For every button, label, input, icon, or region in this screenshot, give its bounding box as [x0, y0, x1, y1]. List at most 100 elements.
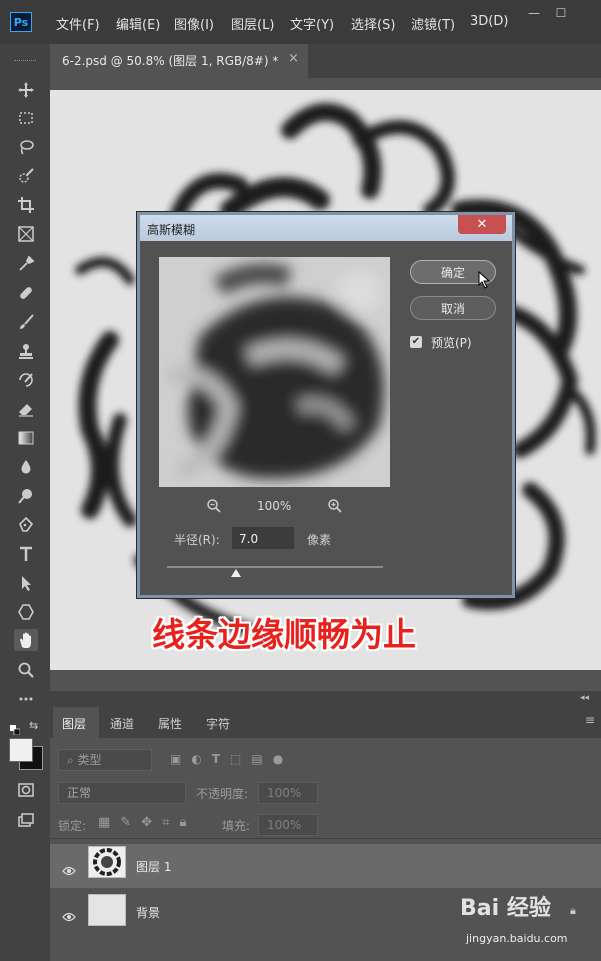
blur-preview[interactable]	[159, 257, 390, 487]
marquee-icon[interactable]	[14, 107, 38, 129]
divider	[50, 838, 601, 839]
dialog-title: 高斯模糊	[147, 223, 196, 237]
lock-pixels-icon[interactable]: ✎	[120, 815, 131, 830]
preview-checkbox[interactable]: ✔	[410, 336, 422, 348]
opacity-label: 不透明度:	[196, 787, 249, 801]
minimize-button[interactable]: —	[523, 6, 545, 22]
menu-3d[interactable]: 3D(D)	[470, 14, 508, 29]
menu-select[interactable]: 选择(S)	[351, 14, 395, 33]
menu-file[interactable]: 文件(F)	[56, 14, 100, 33]
blend-mode-select[interactable]: 正常	[58, 782, 186, 804]
radius-input[interactable]: 7.0	[232, 527, 294, 549]
document-tab-close-button[interactable]: ×	[288, 51, 299, 66]
eraser-icon[interactable]	[14, 398, 38, 420]
panel-menu-icon[interactable]: ≡	[585, 713, 595, 727]
zoom-icon[interactable]	[14, 659, 38, 681]
shape-filter-icon[interactable]: ⬚	[230, 752, 241, 766]
radius-unit: 像素	[307, 533, 332, 547]
swap-colors-icon[interactable]: ⇆	[29, 719, 41, 732]
layer-thumbnail	[88, 846, 126, 878]
lock-all-icon[interactable]: 🔒︎	[179, 815, 186, 830]
tab-properties[interactable]: 属性	[158, 715, 182, 732]
gaussian-blur-dialog: 高斯模糊 ✕ 确定 取消 ✔ 预览(P) 100% 半径(R): 7.0 像素	[137, 212, 515, 598]
foreground-color-swatch[interactable]	[9, 738, 33, 762]
fill-label: 填充:	[222, 819, 251, 833]
layer-lock-icon: 🔒︎	[570, 904, 576, 917]
menu-edit[interactable]: 编辑(E)	[116, 14, 160, 33]
lock-position-icon[interactable]: ✥	[141, 815, 152, 830]
fill-input[interactable]: 100%	[258, 814, 318, 836]
zoom-level: 100%	[257, 499, 292, 513]
pixel-filter-icon[interactable]: ▣	[170, 752, 181, 766]
visibility-eye-icon[interactable]	[62, 907, 76, 926]
dialog-titlebar[interactable]	[140, 215, 512, 241]
lock-artboard-icon[interactable]: ⌗	[162, 815, 169, 830]
more-icon[interactable]	[14, 688, 38, 710]
zoom-out-icon[interactable]	[206, 498, 222, 518]
search-icon: ⌕	[67, 753, 78, 767]
gradient-icon[interactable]	[14, 427, 38, 449]
watermark-url: jingyan.baidu.com	[466, 932, 568, 945]
lock-transparency-icon[interactable]: ▦	[98, 815, 110, 830]
panel-header-strip	[50, 691, 601, 705]
eyedropper-icon[interactable]	[14, 253, 38, 275]
layer-filter-icons: ▣ ◐ T ⬚ ▤ ●	[170, 752, 283, 766]
preview-image	[159, 257, 390, 487]
visibility-eye-icon[interactable]	[62, 861, 76, 880]
stamp-icon[interactable]	[14, 340, 38, 362]
collapse-panel-icon[interactable]: ◂◂	[580, 693, 589, 703]
tab-character[interactable]: 字符	[206, 715, 230, 732]
smart-object-filter-icon[interactable]: ▤	[251, 752, 262, 766]
layer-row-layer1[interactable]	[50, 844, 601, 888]
baidu-watermark: Bai 经验	[460, 896, 551, 921]
cancel-button[interactable]: 取消	[410, 296, 496, 320]
dialog-close-button[interactable]: ✕	[458, 215, 506, 234]
radius-slider-track[interactable]	[167, 566, 383, 568]
default-colors-icon[interactable]	[10, 720, 21, 736]
opacity-input[interactable]: 100%	[258, 782, 318, 804]
quick-mask-icon[interactable]	[14, 779, 38, 801]
filter-toggle-icon[interactable]: ●	[273, 752, 283, 766]
type-icon[interactable]	[14, 543, 38, 565]
history-brush-icon[interactable]	[14, 369, 38, 391]
type-filter-icon[interactable]: T	[212, 752, 220, 766]
cursor-pointer-icon	[478, 270, 492, 289]
crop-icon[interactable]	[14, 194, 38, 216]
lock-label: 锁定:	[58, 819, 87, 833]
maximize-button[interactable]: ☐	[550, 6, 572, 22]
dodge-icon[interactable]	[14, 485, 38, 507]
preview-label: 预览(P)	[431, 336, 472, 350]
layer-name[interactable]: 图层 1	[136, 858, 171, 875]
path-select-icon[interactable]	[14, 572, 38, 594]
menu-image[interactable]: 图像(I)	[174, 14, 214, 33]
radius-slider-thumb[interactable]	[231, 569, 241, 577]
layer-thumbnail	[88, 894, 126, 926]
menu-type[interactable]: 文字(Y)	[290, 14, 334, 33]
frame-icon[interactable]	[14, 223, 38, 245]
zoom-in-icon[interactable]	[327, 498, 343, 518]
photoshop-logo: Ps	[10, 12, 32, 32]
menu-filter[interactable]: 滤镜(T)	[411, 14, 455, 33]
pen-icon[interactable]	[14, 514, 38, 536]
document-tab-title: 6-2.psd @ 50.8% (图层 1, RGB/8#) *	[62, 54, 279, 68]
shape-icon[interactable]	[14, 601, 38, 623]
tab-layers[interactable]: 图层	[62, 715, 86, 732]
filter-kind-value: 类型	[77, 753, 102, 767]
screen-mode-icon[interactable]	[14, 809, 38, 831]
blur-icon[interactable]	[14, 456, 38, 478]
quick-select-icon[interactable]	[14, 165, 38, 187]
menu-layer[interactable]: 图层(L)	[231, 14, 274, 33]
adjustment-filter-icon[interactable]: ◐	[191, 752, 201, 766]
healing-icon[interactable]	[14, 282, 38, 304]
lock-icons: ▦ ✎ ✥ ⌗ 🔒︎	[98, 815, 186, 830]
layer-filter-kind-select[interactable]: ⌕ 类型	[58, 749, 152, 771]
tutorial-caption: 线条边缘顺畅为止	[152, 615, 416, 654]
blend-mode-value: 正常	[67, 786, 92, 800]
hand-icon[interactable]	[14, 629, 38, 651]
tab-channels[interactable]: 通道	[110, 715, 134, 732]
lasso-icon[interactable]	[14, 136, 38, 158]
layer-name[interactable]: 背景	[136, 904, 160, 921]
move-icon[interactable]	[14, 79, 38, 101]
brush-icon[interactable]	[14, 311, 38, 333]
radius-label: 半径(R):	[174, 533, 220, 547]
